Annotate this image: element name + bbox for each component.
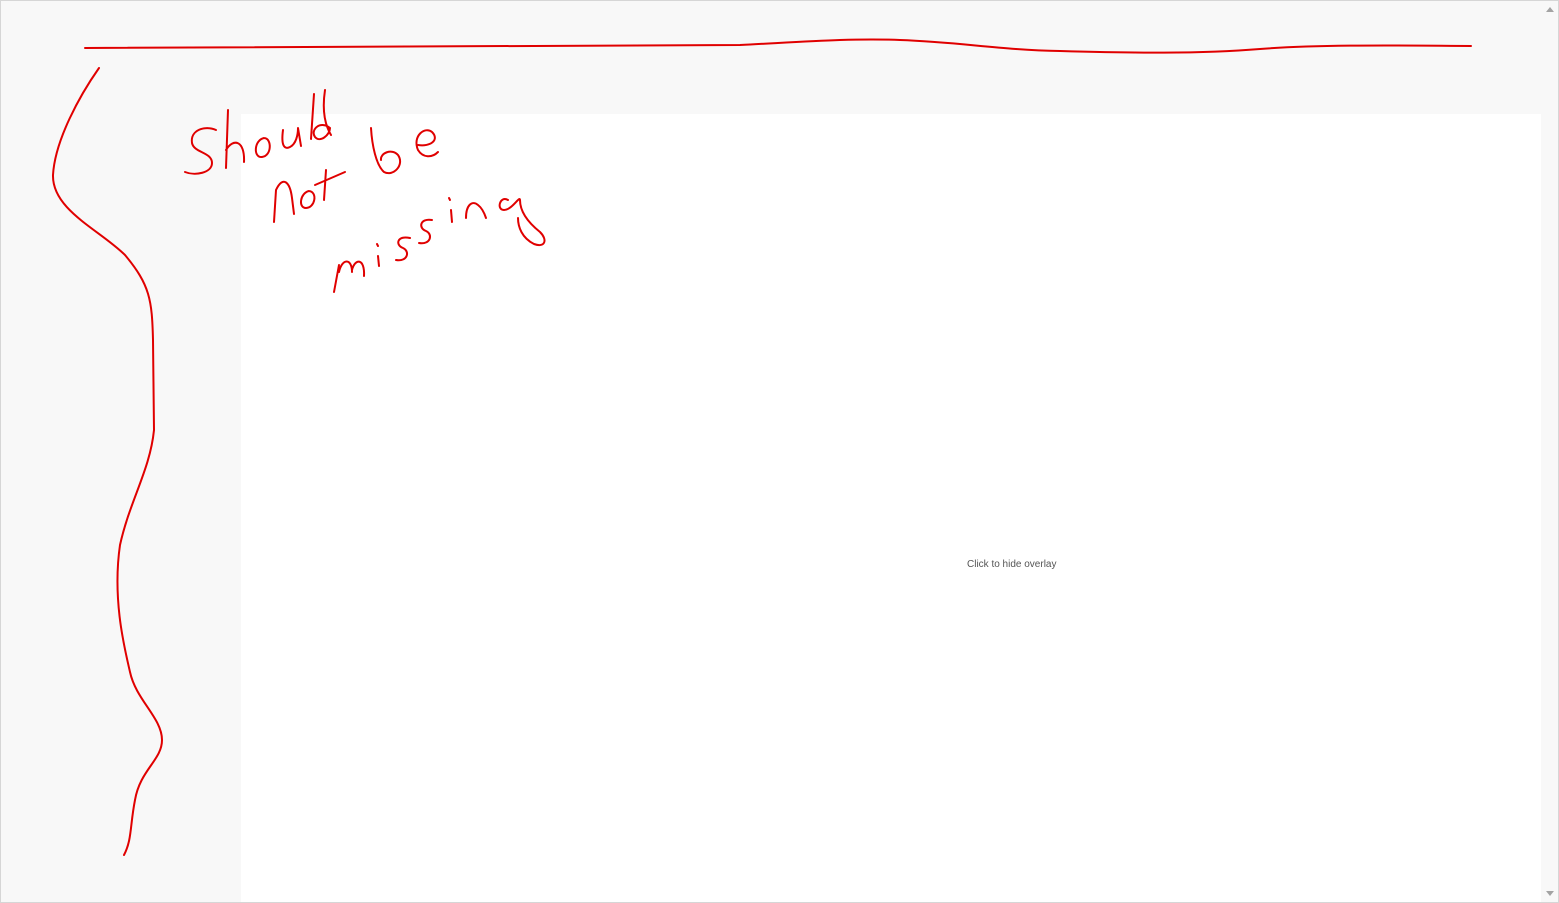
scroll-up-arrow-icon[interactable] <box>1541 1 1558 18</box>
overlay-content-area[interactable] <box>241 114 1541 902</box>
top-empty-region <box>1 1 1541 114</box>
browser-viewport: Click to hide overlay <box>0 0 1559 903</box>
click-to-hide-overlay-label[interactable]: Click to hide overlay <box>967 559 1056 570</box>
left-empty-region <box>1 114 241 902</box>
vertical-scrollbar[interactable] <box>1541 1 1558 902</box>
scroll-down-arrow-icon[interactable] <box>1541 885 1558 902</box>
